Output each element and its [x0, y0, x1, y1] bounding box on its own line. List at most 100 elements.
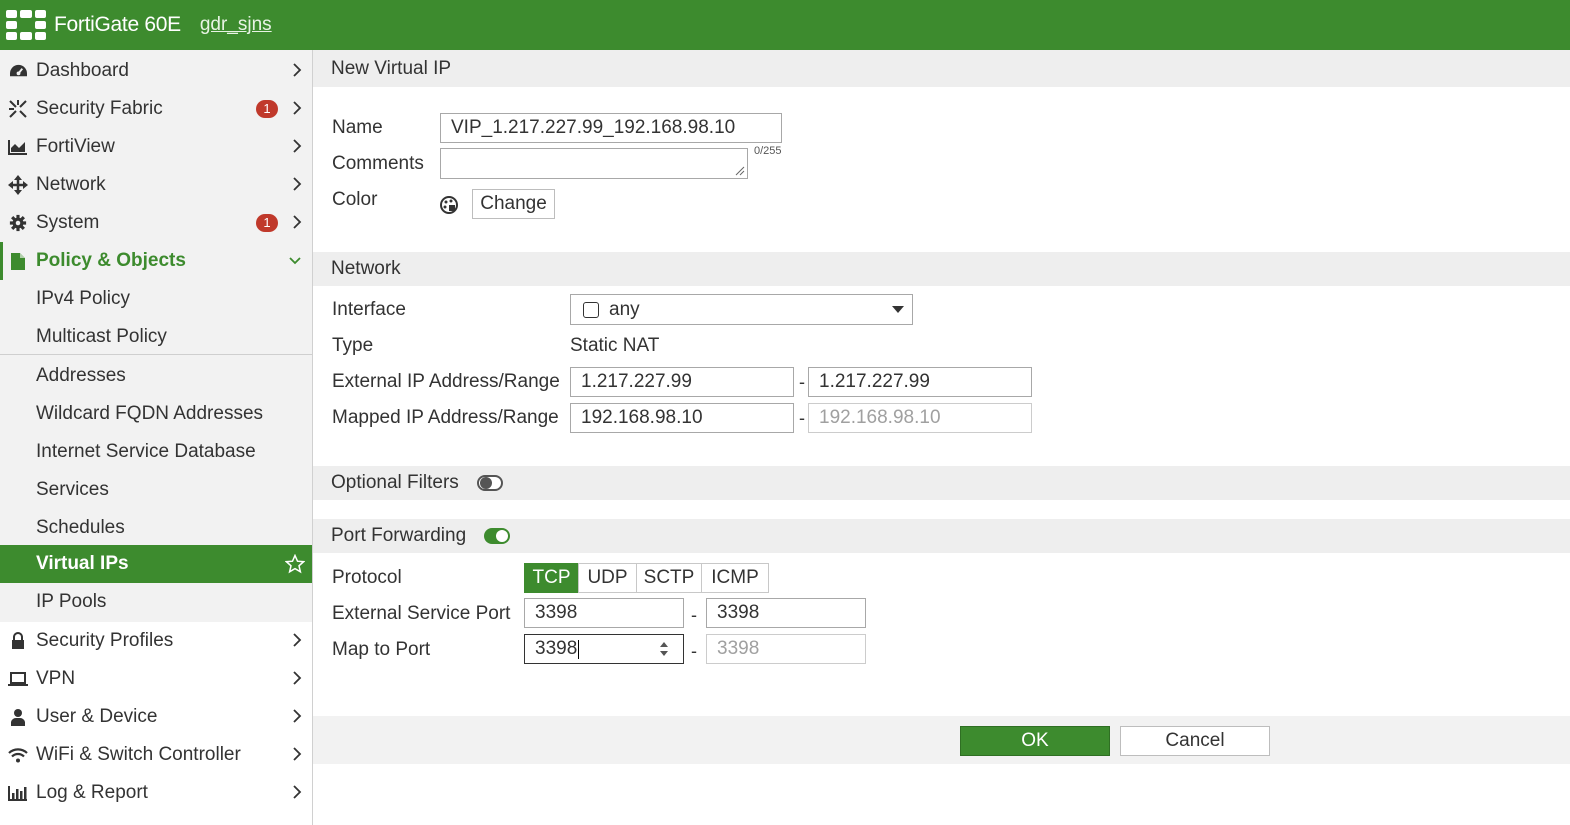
- sidebar-item-system[interactable]: System 1: [0, 204, 312, 242]
- sidebar-item-label: Multicast Policy: [36, 326, 167, 347]
- sidebar-item-label: Addresses: [36, 365, 126, 386]
- sidebar-item-schedules[interactable]: Schedules: [0, 509, 312, 547]
- top-bar: FortiGate 60E gdr_sjns: [0, 0, 1570, 50]
- chevron-right-icon: [293, 177, 302, 191]
- footer-bar: [313, 716, 1570, 764]
- sidebar-item-security-fabric[interactable]: Security Fabric 1: [0, 90, 312, 128]
- sidebar-item-wildcard-fqdn[interactable]: Wildcard FQDN Addresses: [0, 395, 312, 433]
- range-separator: -: [799, 408, 805, 428]
- chevron-right-icon: [293, 139, 302, 153]
- protocol-icmp-button[interactable]: ICMP: [701, 563, 769, 593]
- lock-icon: [8, 632, 28, 650]
- sidebar-item-label: FortiView: [36, 136, 115, 157]
- text-cursor: [578, 639, 580, 659]
- sidebar-item-fortiview[interactable]: FortiView: [0, 128, 312, 166]
- sidebar-item-label: IPv4 Policy: [36, 288, 130, 309]
- star-icon[interactable]: [285, 554, 305, 574]
- sidebar-item-log-report[interactable]: Log & Report: [0, 774, 312, 812]
- optional-filters-label: Optional Filters: [331, 472, 459, 493]
- notification-badge: 1: [256, 100, 278, 118]
- toggle-knob: [479, 477, 492, 489]
- sidebar-item-internet-service-db[interactable]: Internet Service Database: [0, 433, 312, 471]
- interface-checkbox-icon: [583, 301, 599, 318]
- ok-button[interactable]: OK: [960, 726, 1110, 756]
- number-spinner-icon[interactable]: [659, 641, 669, 657]
- page-title: New Virtual IP: [313, 50, 1570, 87]
- change-color-button[interactable]: Change: [472, 189, 555, 219]
- sidebar-item-label: Security Fabric: [36, 98, 163, 119]
- color-label: Color: [332, 189, 378, 210]
- port-forwarding-toggle[interactable]: [484, 528, 511, 544]
- sidebar-item-label: VPN: [36, 668, 76, 689]
- sidebar-item-multicast-policy[interactable]: Multicast Policy: [0, 318, 312, 356]
- resize-handle-icon[interactable]: [735, 166, 745, 176]
- sidebar-item-label: Policy & Objects: [36, 250, 186, 271]
- sidebar-item-dashboard[interactable]: Dashboard: [0, 52, 312, 90]
- hostname-link[interactable]: gdr_sjns: [200, 14, 272, 36]
- protocol-udp-button[interactable]: UDP: [578, 563, 637, 593]
- sidebar-item-label: Security Profiles: [36, 630, 174, 651]
- port-forwarding-header: Port Forwarding: [313, 519, 1570, 553]
- sidebar-item-wifi-switch[interactable]: WiFi & Switch Controller: [0, 736, 312, 774]
- type-value: Static NAT: [570, 335, 660, 356]
- chevron-right-icon: [293, 747, 302, 761]
- external-port-end-input[interactable]: [706, 598, 866, 628]
- comments-label: Comments: [332, 153, 424, 174]
- laptop-icon: [8, 671, 28, 687]
- map-port-end-input: [706, 634, 866, 664]
- mapped-ip-start-input[interactable]: [570, 403, 794, 433]
- interface-select[interactable]: any: [570, 294, 913, 325]
- cancel-button[interactable]: Cancel: [1120, 726, 1270, 756]
- device-model: FortiGate 60E: [54, 13, 181, 36]
- palette-icon: [440, 196, 458, 214]
- optional-filters-toggle[interactable]: [476, 475, 503, 491]
- map-port-start-input[interactable]: 3398: [524, 634, 684, 664]
- toggle-knob: [496, 530, 509, 542]
- range-separator: -: [799, 372, 805, 392]
- external-service-port-label: External Service Port: [332, 603, 511, 624]
- sidebar-item-policy-objects[interactable]: Policy & Objects: [0, 242, 312, 280]
- sidebar-item-label: User & Device: [36, 706, 158, 727]
- comments-textarea[interactable]: [440, 148, 748, 179]
- name-input[interactable]: [440, 113, 782, 143]
- sidebar-item-label: Wildcard FQDN Addresses: [36, 403, 264, 424]
- policy-objects-icon: [8, 252, 28, 271]
- external-ip-label: External IP Address/Range: [332, 371, 560, 392]
- protocol-label: Protocol: [332, 567, 402, 588]
- main-panel: New Virtual IP Name Comments 0/255 Color…: [313, 50, 1570, 825]
- protocol-sctp-button[interactable]: SCTP: [636, 563, 702, 593]
- bar-chart-icon: [8, 785, 28, 801]
- sidebar-item-virtual-ips[interactable]: Virtual IPs: [0, 545, 312, 583]
- comments-char-counter: 0/255: [754, 145, 782, 157]
- sidebar-item-label: Dashboard: [36, 60, 129, 81]
- range-separator: -: [691, 605, 697, 625]
- sidebar-item-label: WiFi & Switch Controller: [36, 744, 241, 765]
- sidebar-item-ip-pools[interactable]: IP Pools: [0, 583, 312, 621]
- sidebar: Dashboard Security Fabric 1 FortiView Ne…: [0, 50, 313, 825]
- sidebar-item-label: IP Pools: [36, 591, 107, 612]
- sidebar-item-services[interactable]: Services: [0, 471, 312, 509]
- sidebar-item-security-profiles[interactable]: Security Profiles: [0, 622, 312, 660]
- sidebar-item-addresses[interactable]: Addresses: [0, 357, 312, 395]
- sidebar-item-label: Schedules: [36, 517, 125, 538]
- wifi-icon: [8, 747, 28, 763]
- map-to-port-label: Map to Port: [332, 639, 431, 660]
- gear-icon: [8, 214, 28, 232]
- sidebar-item-label: Services: [36, 479, 109, 500]
- range-separator: -: [691, 641, 697, 661]
- chevron-right-icon: [293, 63, 302, 77]
- external-ip-start-input[interactable]: [570, 367, 794, 397]
- port-forwarding-label: Port Forwarding: [331, 525, 467, 546]
- fortinet-logo-icon: [6, 10, 46, 40]
- protocol-tcp-button[interactable]: TCP: [524, 563, 579, 593]
- dashboard-icon: [8, 63, 28, 80]
- mapped-ip-end-input: [808, 403, 1032, 433]
- caret-down-icon: [892, 306, 904, 313]
- sidebar-item-network[interactable]: Network: [0, 166, 312, 204]
- sidebar-item-user-device[interactable]: User & Device: [0, 698, 312, 736]
- chevron-right-icon: [293, 671, 302, 685]
- sidebar-item-vpn[interactable]: VPN: [0, 660, 312, 698]
- external-port-start-input[interactable]: [524, 598, 684, 628]
- external-ip-end-input[interactable]: [808, 367, 1032, 397]
- sidebar-item-ipv4-policy[interactable]: IPv4 Policy: [0, 280, 312, 318]
